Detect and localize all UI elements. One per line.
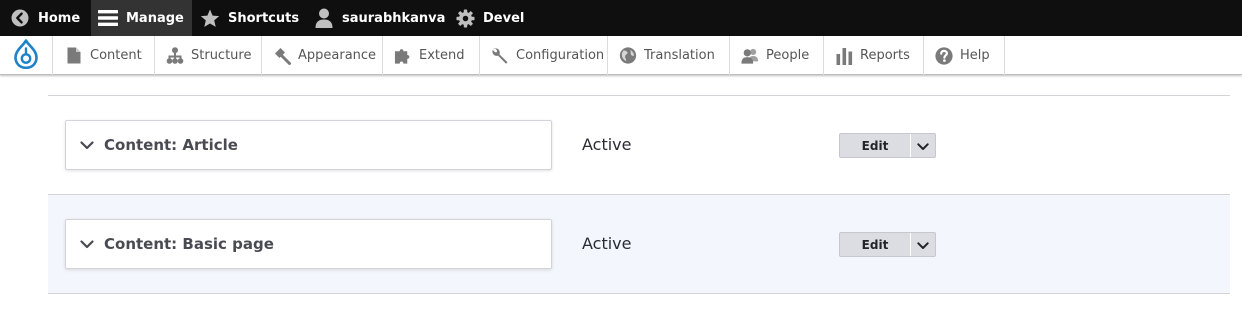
- bar-chart-icon: [835, 47, 853, 65]
- admin-toolbar: Home Manage Shortcuts saurabhkanva Devel: [0, 0, 1242, 36]
- tray-item-help-label: Help: [960, 48, 990, 63]
- details-toggle-content-basic-page[interactable]: Content: Basic page: [65, 219, 552, 269]
- toolbar-shortcuts-tab[interactable]: Shortcuts: [200, 0, 299, 36]
- edit-button[interactable]: Edit: [840, 134, 911, 157]
- back-arrow-circle-icon: [10, 8, 30, 28]
- toolbar-home-link[interactable]: Home: [10, 0, 80, 36]
- main-content: Content: Article Active Edit Content: Ba…: [0, 76, 1242, 311]
- toolbar-manage-tab[interactable]: Manage: [91, 0, 192, 36]
- user-icon: [314, 8, 334, 28]
- tray-item-appearance-label: Appearance: [298, 48, 377, 63]
- help-circle-icon: [935, 46, 953, 65]
- tray-item-reports[interactable]: Reports: [824, 36, 924, 75]
- hamburger-menu-icon: [98, 8, 118, 28]
- details-summary: Content: Basic page: [104, 235, 274, 253]
- paint-roller-icon: [273, 47, 291, 65]
- toolbar-user-tab[interactable]: saurabhkanva: [314, 0, 445, 36]
- tray-item-appearance[interactable]: Appearance: [262, 36, 383, 75]
- tray-item-help[interactable]: Help: [924, 36, 1005, 75]
- tray-item-translation-label: Translation: [644, 48, 715, 63]
- tray-item-extend[interactable]: Extend: [383, 36, 480, 75]
- chevron-down-icon: [80, 138, 94, 152]
- drupal-logo-link[interactable]: [0, 36, 53, 75]
- tray-item-content-label: Content: [90, 48, 142, 63]
- toolbar-devel-label: Devel: [483, 10, 525, 26]
- toolbar-user-label: saurabhkanva: [342, 10, 446, 26]
- operations-dropbutton: Edit: [839, 232, 936, 257]
- table-row: Content: Basic page Active Edit: [48, 195, 1230, 294]
- drupal-drop-icon: [13, 38, 39, 73]
- toolbar-devel-tab[interactable]: Devel: [455, 0, 524, 36]
- status-text: Active: [582, 234, 632, 253]
- status-text: Active: [582, 135, 632, 154]
- tray-item-configuration-label: Configuration: [516, 48, 605, 63]
- gear-icon: [455, 8, 475, 28]
- document-icon: [65, 47, 83, 65]
- tray-item-people-label: People: [766, 48, 810, 63]
- operations-dropbutton: Edit: [839, 133, 936, 158]
- puzzle-icon: [394, 47, 412, 65]
- wrench-icon: [491, 47, 509, 65]
- tray-item-reports-label: Reports: [860, 48, 910, 63]
- tray-item-configuration[interactable]: Configuration: [480, 36, 608, 75]
- dropbutton-toggle[interactable]: [911, 134, 935, 157]
- star-icon: [200, 8, 220, 28]
- dropbutton-toggle[interactable]: [911, 233, 935, 256]
- tray-item-people[interactable]: People: [730, 36, 824, 75]
- toolbar-manage-label: Manage: [126, 10, 184, 26]
- tray-item-structure-label: Structure: [191, 48, 252, 63]
- tray-item-translation[interactable]: Translation: [608, 36, 730, 75]
- edit-button[interactable]: Edit: [840, 233, 911, 256]
- tray-item-extend-label: Extend: [419, 48, 465, 63]
- sitemap-icon: [166, 47, 184, 65]
- toolbar-home-label: Home: [38, 10, 81, 26]
- globe-icon: [619, 47, 637, 65]
- toolbar-shortcuts-label: Shortcuts: [228, 10, 300, 26]
- table-row: Content: Article Active Edit: [48, 96, 1230, 195]
- chevron-down-icon: [917, 136, 929, 155]
- tray-item-content[interactable]: Content: [54, 36, 155, 75]
- details-summary: Content: Article: [104, 136, 238, 154]
- people-icon: [741, 47, 759, 65]
- admin-menu-tray: Content Structure Appearance Extend Conf…: [0, 36, 1242, 75]
- chevron-down-icon: [80, 237, 94, 251]
- details-toggle-content-article[interactable]: Content: Article: [65, 120, 552, 170]
- chevron-down-icon: [917, 235, 929, 254]
- tray-item-structure[interactable]: Structure: [155, 36, 262, 75]
